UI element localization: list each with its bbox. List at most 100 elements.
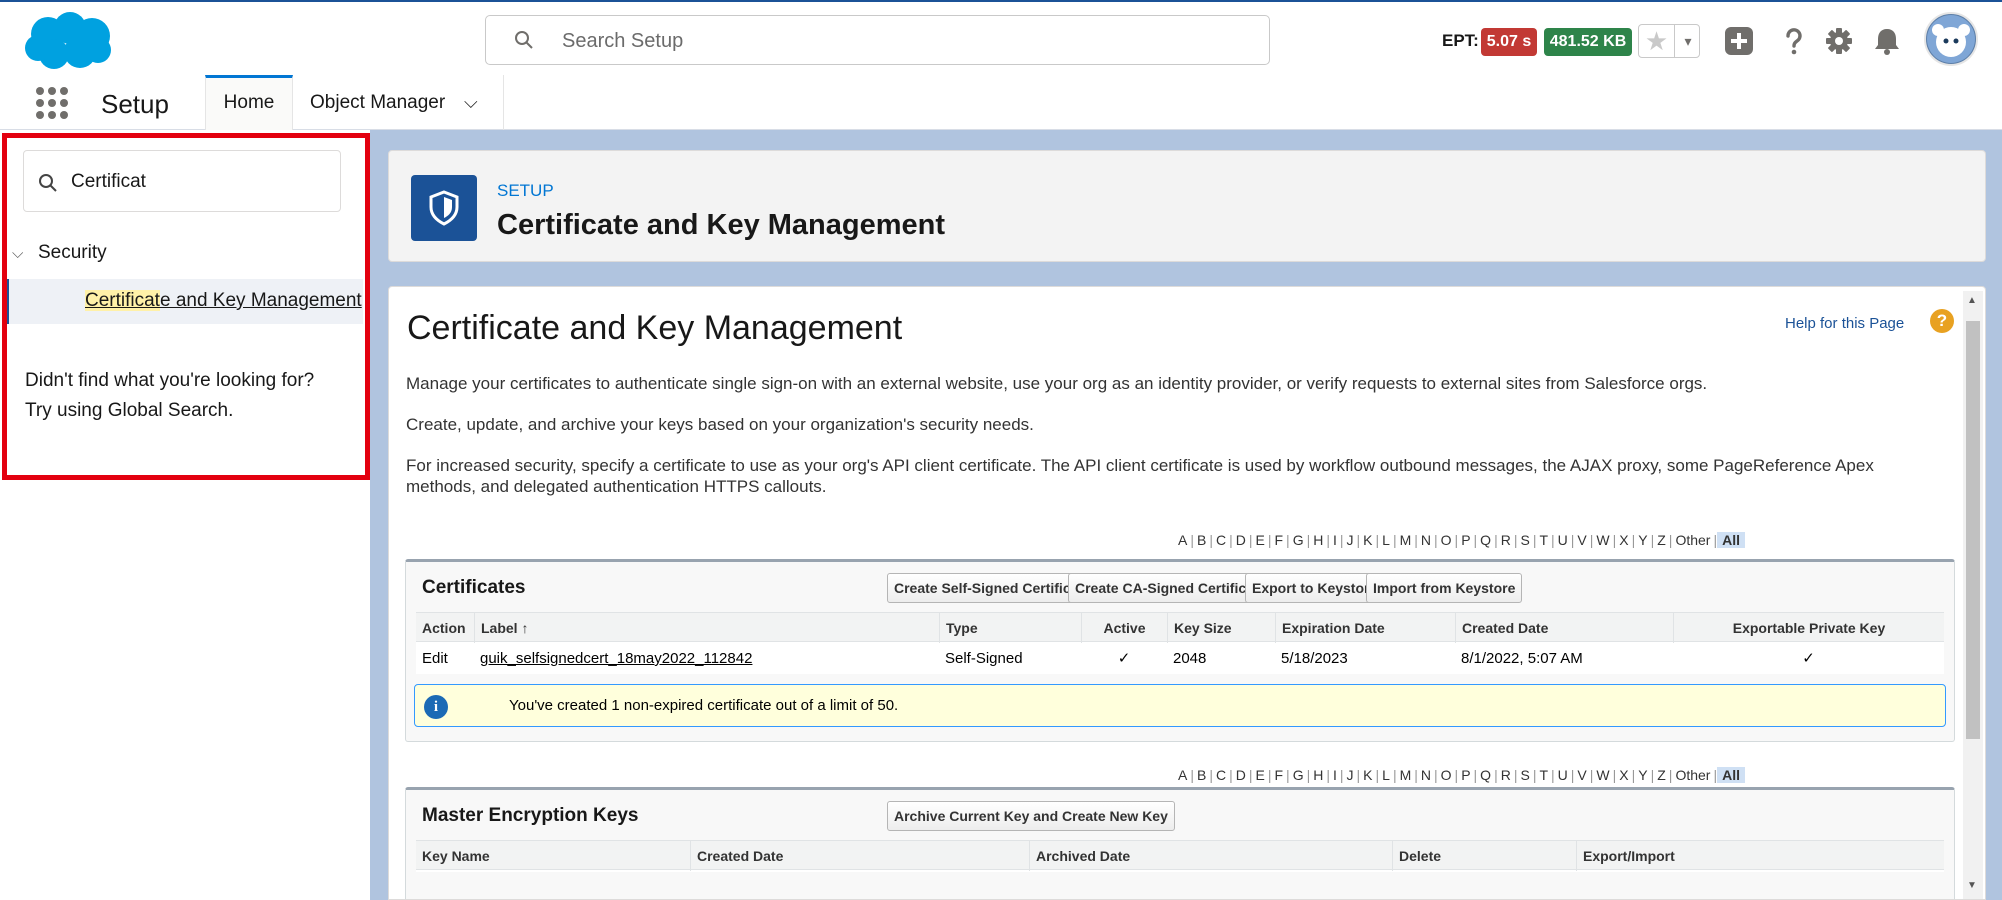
alpha-filter-x[interactable]: X	[1616, 767, 1631, 783]
alpha-filter-l[interactable]: L	[1379, 532, 1393, 548]
column-header-label[interactable]: Label ↑	[474, 613, 939, 643]
alpha-filter-a[interactable]: A	[1175, 532, 1190, 548]
alpha-filter-k[interactable]: K	[1360, 532, 1375, 548]
alpha-filter-b[interactable]: B	[1194, 767, 1209, 783]
alpha-filter-n[interactable]: N	[1418, 532, 1434, 548]
alpha-filter-w[interactable]: W	[1593, 532, 1612, 548]
column-header-active[interactable]: Active	[1081, 613, 1167, 643]
alpha-filter-m[interactable]: M	[1397, 767, 1415, 783]
create-self-signed-certificate-button[interactable]: Create Self-Signed Certificate	[887, 573, 1098, 603]
alphabet-filter: A | B | C | D | E | F | G | H | I | J | K | L | M | N | O | P | Q | R | S | T |…	[1175, 532, 1745, 548]
alpha-filter-x[interactable]: X	[1616, 532, 1631, 548]
app-launcher-icon[interactable]	[36, 87, 68, 119]
alpha-filter-o[interactable]: O	[1438, 767, 1455, 783]
alpha-filter-b[interactable]: B	[1194, 532, 1209, 548]
column-header-key-size[interactable]: Key Size	[1167, 613, 1275, 643]
description-paragraph-2: Create, update, and archive your keys ba…	[406, 415, 1034, 434]
star-icon[interactable]: ★	[1639, 25, 1675, 57]
tab-object-manager[interactable]: Object Manager ⌵	[294, 75, 504, 130]
alpha-filter-i[interactable]: I	[1330, 767, 1340, 783]
alpha-filter-i[interactable]: I	[1330, 532, 1340, 548]
setup-search-box[interactable]: Search Setup	[485, 15, 1270, 65]
gear-icon[interactable]	[1822, 24, 1856, 58]
alpha-filter-d[interactable]: D	[1233, 767, 1249, 783]
favorites-dropdown-icon[interactable]: ▾	[1676, 25, 1700, 57]
export-to-keystore-button[interactable]: Export to Keystore	[1245, 573, 1385, 603]
alpha-filter-h[interactable]: H	[1310, 532, 1326, 548]
alpha-filter-h[interactable]: H	[1310, 767, 1326, 783]
global-header: Search Setup EPT: 5.07 s 481.52 KB ★ ▾	[0, 0, 2002, 75]
scroll-up-icon[interactable]: ▲	[1967, 295, 1977, 306]
alpha-filter-s[interactable]: S	[1517, 767, 1532, 783]
alpha-filter-g[interactable]: G	[1290, 767, 1307, 783]
alpha-filter-z[interactable]: Z	[1654, 532, 1669, 548]
tab-home[interactable]: Home	[205, 75, 293, 130]
add-icon[interactable]	[1722, 24, 1756, 58]
alpha-filter-j[interactable]: J	[1344, 532, 1357, 548]
alpha-filter-v[interactable]: V	[1574, 532, 1589, 548]
alpha-filter-j[interactable]: J	[1344, 767, 1357, 783]
alpha-filter-t[interactable]: T	[1536, 767, 1551, 783]
alpha-filter-all[interactable]: All	[1717, 767, 1745, 783]
alpha-filter-e[interactable]: E	[1253, 767, 1268, 783]
favorites-control[interactable]: ★ ▾	[1638, 24, 1700, 58]
alpha-filter-r[interactable]: R	[1498, 767, 1514, 783]
alpha-filter-c[interactable]: C	[1213, 767, 1229, 783]
alpha-filter-e[interactable]: E	[1253, 532, 1268, 548]
column-header-created-date: Created Date	[690, 841, 1029, 871]
column-header-created-date[interactable]: Created Date	[1455, 613, 1673, 643]
alpha-filter-o[interactable]: O	[1438, 532, 1455, 548]
create-ca-signed-certificate-button[interactable]: Create CA-Signed Certificate	[1068, 573, 1274, 603]
alpha-filter-l[interactable]: L	[1379, 767, 1393, 783]
scroll-down-icon[interactable]: ▼	[1967, 880, 1977, 891]
vertical-scrollbar[interactable]: ▲ ▼	[1963, 291, 1983, 899]
alpha-filter-f[interactable]: F	[1271, 532, 1286, 548]
alpha-filter-u[interactable]: U	[1555, 767, 1571, 783]
alpha-filter-k[interactable]: K	[1360, 767, 1375, 783]
alpha-filter-s[interactable]: S	[1517, 532, 1532, 548]
certificate-type: Self-Signed	[945, 650, 1023, 667]
archive-and-create-key-button[interactable]: Archive Current Key and Create New Key	[887, 801, 1175, 831]
help-question-icon[interactable]: ?	[1930, 309, 1954, 333]
alpha-filter-n[interactable]: N	[1418, 767, 1434, 783]
alpha-filter-p[interactable]: P	[1458, 767, 1473, 783]
column-header-action: Action	[422, 620, 466, 636]
alpha-filter-q[interactable]: Q	[1477, 532, 1494, 548]
alpha-filter-q[interactable]: Q	[1477, 767, 1494, 783]
alpha-filter-t[interactable]: T	[1536, 532, 1551, 548]
alpha-filter-m[interactable]: M	[1397, 532, 1415, 548]
alpha-filter-w[interactable]: W	[1593, 767, 1612, 783]
salesforce-logo[interactable]	[22, 10, 114, 72]
alpha-filter-other[interactable]: Other	[1672, 532, 1713, 548]
edit-link[interactable]: Edit	[422, 644, 448, 674]
certificate-label-link[interactable]: guik_selfsignedcert_18may2022_112842	[480, 644, 752, 674]
alpha-filter-g[interactable]: G	[1290, 532, 1307, 548]
content-title: Certificate and Key Management	[407, 309, 903, 347]
alpha-filter-all[interactable]: All	[1717, 532, 1745, 548]
page-header: SETUP Certificate and Key Management	[388, 150, 1986, 262]
alpha-filter-other[interactable]: Other	[1672, 767, 1713, 783]
chevron-down-icon[interactable]: ⌵	[464, 75, 478, 130]
import-from-keystore-button[interactable]: Import from Keystore	[1366, 573, 1523, 603]
alpha-filter-z[interactable]: Z	[1654, 767, 1669, 783]
alpha-filter-u[interactable]: U	[1555, 532, 1571, 548]
help-icon[interactable]	[1777, 24, 1811, 58]
column-header-expiration-date[interactable]: Expiration Date	[1275, 613, 1455, 643]
alpha-filter-p[interactable]: P	[1458, 532, 1473, 548]
column-header-type[interactable]: Type	[939, 613, 1081, 643]
alpha-filter-c[interactable]: C	[1213, 532, 1229, 548]
alpha-filter-y[interactable]: Y	[1635, 532, 1650, 548]
user-avatar[interactable]	[1924, 12, 1978, 66]
main-content-area: SETUP Certificate and Key Management Cer…	[370, 130, 2002, 900]
alpha-filter-a[interactable]: A	[1175, 767, 1190, 783]
alpha-filter-f[interactable]: F	[1271, 767, 1286, 783]
alpha-filter-v[interactable]: V	[1574, 767, 1589, 783]
alpha-filter-d[interactable]: D	[1233, 532, 1249, 548]
column-header-exportable-private-key[interactable]: Exportable Private Key	[1673, 613, 1944, 643]
alpha-filter-r[interactable]: R	[1498, 532, 1514, 548]
alpha-filter-y[interactable]: Y	[1635, 767, 1650, 783]
help-link[interactable]: Help for this Page	[1785, 315, 1904, 332]
scrollbar-thumb[interactable]	[1966, 321, 1980, 739]
alpha-separator: |	[1248, 767, 1253, 783]
notification-bell-icon[interactable]	[1870, 24, 1904, 58]
